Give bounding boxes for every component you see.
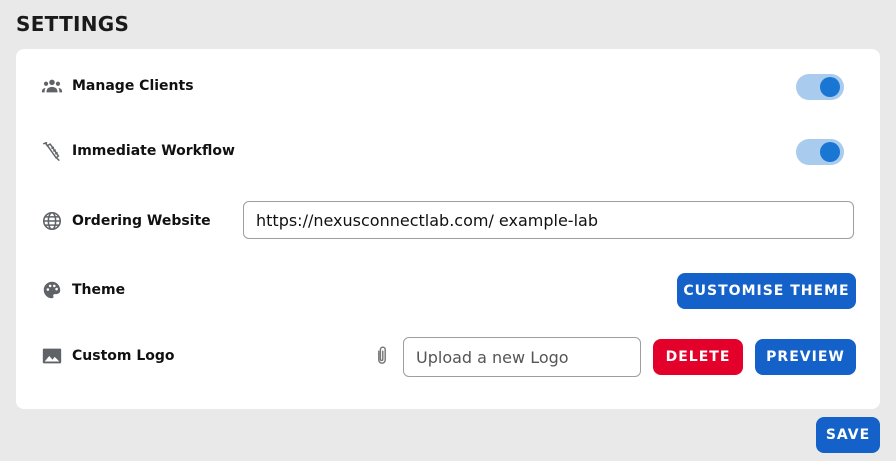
ordering-website-input[interactable]: https://nexusconnectlab.com/ example-lab (243, 201, 854, 239)
preview-logo-button[interactable]: PREVIEW (755, 339, 856, 375)
logo-upload-input[interactable]: Upload a new Logo (403, 337, 641, 377)
delete-logo-button[interactable]: DELETE (653, 339, 743, 375)
custom-logo-row: Custom Logo Upload a new Logo DELETE PRE… (40, 336, 856, 377)
theme-label: Theme (72, 282, 126, 298)
toggle-knob (820, 77, 840, 97)
globe-icon (40, 209, 64, 233)
immediate-workflow-label: Immediate Workflow (72, 143, 235, 159)
manage-clients-label: Manage Clients (72, 78, 194, 94)
save-button[interactable]: SAVE (816, 417, 880, 453)
custom-logo-label: Custom Logo (72, 348, 175, 364)
ordering-website-label: Ordering Website (72, 213, 211, 229)
toggle-knob (820, 142, 840, 162)
manage-clients-row: Manage Clients (40, 66, 856, 106)
image-icon (40, 344, 64, 368)
settings-card: Manage Clients Immediate Workflow Orderi… (16, 49, 880, 409)
group-icon (40, 74, 64, 98)
ordering-website-row: Ordering Website https://nexusconnectlab… (40, 201, 856, 241)
dental-tool-icon (40, 139, 64, 163)
immediate-workflow-toggle[interactable] (796, 139, 844, 165)
customise-theme-button[interactable]: CUSTOMISE THEME (677, 273, 856, 309)
paperclip-icon[interactable] (372, 342, 392, 370)
manage-clients-toggle[interactable] (796, 74, 844, 100)
page-title: SETTINGS (16, 12, 130, 36)
immediate-workflow-row: Immediate Workflow (40, 131, 856, 171)
palette-icon (40, 278, 64, 302)
theme-row: Theme CUSTOMISE THEME (40, 270, 856, 310)
